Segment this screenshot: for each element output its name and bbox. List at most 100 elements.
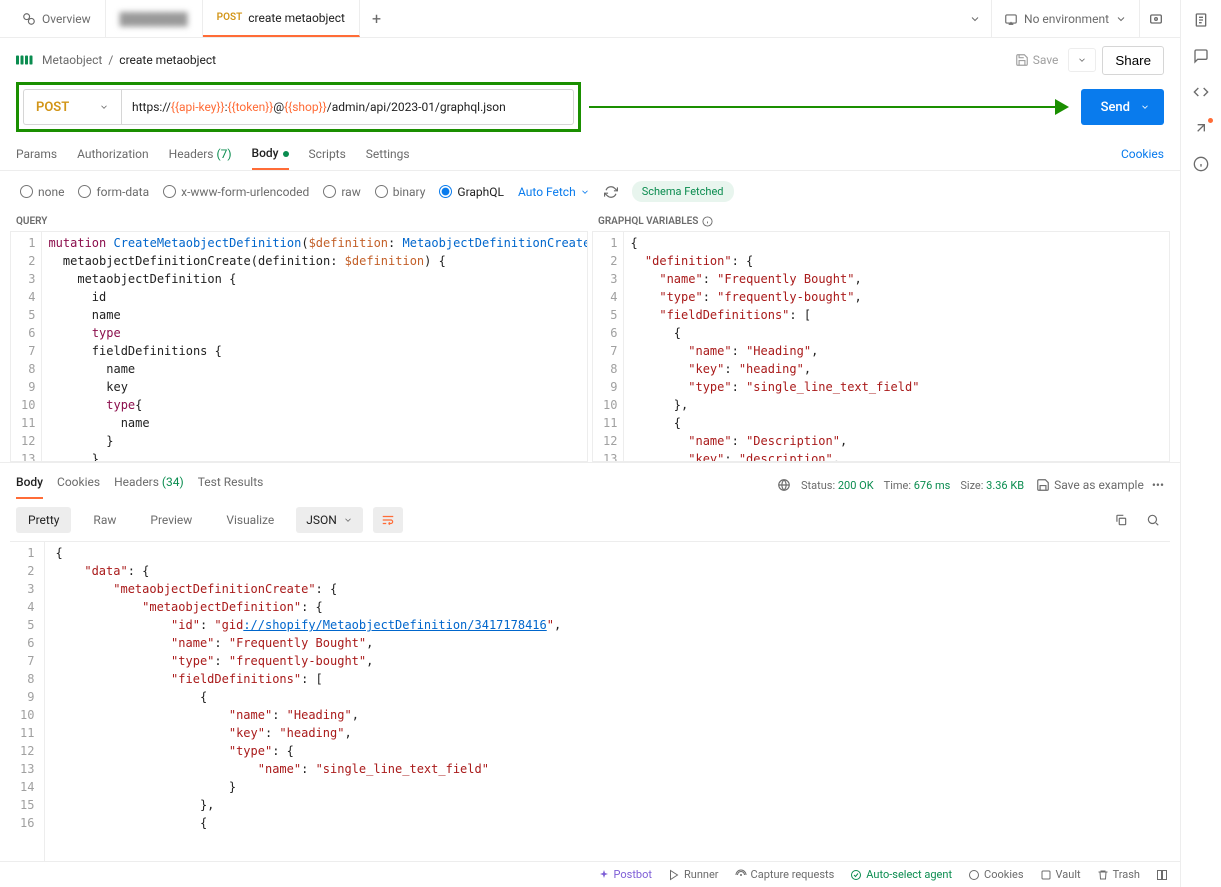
tab-blurred[interactable]: ████████ <box>106 0 203 37</box>
save-button[interactable]: Save <box>1005 47 1069 73</box>
radio-none[interactable]: none <box>20 185 64 199</box>
tab-label: Overview <box>42 12 91 26</box>
url-row: POST https://{{api-key}}:{{token}}@{{sho… <box>0 82 1180 132</box>
response-body-editor[interactable]: 12345678910111213141516 { "data": { "met… <box>10 541 1170 861</box>
sparkle-icon <box>598 869 610 881</box>
resp-tab-test[interactable]: Test Results <box>198 471 264 499</box>
radio-binary[interactable]: binary <box>375 185 426 199</box>
view-pretty[interactable]: Pretty <box>16 507 71 533</box>
query-editor[interactable]: 12345678910111213 mutation CreateMetaobj… <box>10 231 588 462</box>
tab-params[interactable]: Params <box>16 141 57 169</box>
code-icon[interactable] <box>1193 84 1209 100</box>
radio-graphql[interactable]: GraphQL <box>439 185 504 199</box>
tab-headers[interactable]: Headers (7) <box>169 141 232 169</box>
trash-icon <box>1097 869 1109 881</box>
context-sidebar <box>1181 0 1221 887</box>
schema-fetched-badge: Schema Fetched <box>632 181 734 202</box>
environment-dropdown[interactable]: No environment <box>991 0 1139 37</box>
play-icon <box>668 869 680 881</box>
request-tabs: Params Authorization Headers (7) Body Sc… <box>0 132 1180 171</box>
tab-body[interactable]: Body <box>252 140 289 170</box>
footer-cookies[interactable]: Cookies <box>968 868 1023 881</box>
view-preview[interactable]: Preview <box>138 507 204 533</box>
tab-scripts[interactable]: Scripts <box>309 141 346 169</box>
check-circle-icon <box>850 869 862 881</box>
tab-add-button[interactable]: + <box>360 9 393 28</box>
chevron-down-icon <box>969 13 981 25</box>
method-label: POST <box>217 12 243 23</box>
breadcrumb-row: Metaobject / create metaobject Save Shar… <box>0 38 1180 82</box>
tab-label: create metaobject <box>248 11 345 25</box>
resp-tab-headers[interactable]: Headers (34) <box>114 471 184 499</box>
query-pane: QUERY 12345678910111213 mutation CreateM… <box>10 212 588 462</box>
http-icon <box>16 54 34 66</box>
save-icon <box>1036 478 1050 492</box>
environment-icon <box>1004 12 1018 26</box>
save-example-button[interactable]: Save as example <box>1036 478 1144 492</box>
tab-settings[interactable]: Settings <box>366 141 410 169</box>
response-meta: Status: 200 OK Time: 676 ms Size: 3.36 K… <box>777 478 1024 492</box>
url-input[interactable]: https://{{api-key}}:{{token}}@{{shop}}/a… <box>121 89 574 125</box>
response-toolbar: Pretty Raw Preview Visualize JSON <box>0 499 1180 541</box>
footer-trash[interactable]: Trash <box>1097 868 1140 881</box>
tab-bar: Overview ████████ POST create metaobject… <box>0 0 1180 38</box>
info-icon[interactable] <box>1193 156 1209 172</box>
info-icon[interactable] <box>702 216 713 227</box>
share-button[interactable]: Share <box>1102 46 1164 75</box>
variables-editor[interactable]: 12345678910111213 { "definition": { "nam… <box>592 231 1170 462</box>
radio-xwww[interactable]: x-www-form-urlencoded <box>163 185 309 199</box>
tab-authorization[interactable]: Authorization <box>77 141 149 169</box>
copy-icon <box>1114 513 1128 527</box>
vault-icon <box>1040 869 1052 881</box>
footer-layout[interactable] <box>1156 869 1168 881</box>
chevron-down-icon <box>580 187 590 197</box>
expand-icon[interactable] <box>1193 120 1209 136</box>
layout-icon <box>1156 869 1168 881</box>
search-icon <box>1146 513 1160 527</box>
footer-postbot[interactable]: Postbot <box>598 868 652 881</box>
radio-formdata[interactable]: form-data <box>78 185 149 199</box>
cookies-link[interactable]: Cookies <box>1121 141 1164 169</box>
autofetch-dropdown[interactable]: Auto Fetch <box>518 185 590 199</box>
send-label: Send <box>1101 100 1130 115</box>
tab-create-metaobject[interactable]: POST create metaobject <box>203 0 360 37</box>
response-more-button[interactable]: ••• <box>1152 478 1164 492</box>
docs-icon[interactable] <box>1193 12 1209 28</box>
tab-overview[interactable]: Overview <box>8 0 106 37</box>
tab-overflow-dropdown[interactable] <box>959 13 991 25</box>
footer-autoselect[interactable]: Auto-select agent <box>850 868 952 881</box>
chevron-down-icon <box>99 102 109 112</box>
view-visualize[interactable]: Visualize <box>214 507 286 533</box>
refresh-schema-button[interactable] <box>604 185 618 199</box>
environment-label: No environment <box>1024 12 1109 26</box>
method-dropdown[interactable]: POST <box>23 89 121 125</box>
comment-icon[interactable] <box>1193 48 1209 64</box>
refresh-icon <box>604 185 618 199</box>
chevron-down-icon <box>1115 13 1127 25</box>
save-dropdown-button[interactable] <box>1068 48 1096 72</box>
format-dropdown[interactable]: JSON <box>296 507 363 533</box>
query-label: QUERY <box>10 212 588 231</box>
breadcrumb: Metaobject / create metaobject <box>42 53 216 67</box>
footer-vault[interactable]: Vault <box>1040 868 1081 881</box>
globe-icon[interactable] <box>777 478 791 492</box>
variables-pane: GRAPHQL VARIABLES 12345678910111213 { "d… <box>592 212 1170 462</box>
signal-icon <box>735 869 747 881</box>
copy-button[interactable] <box>1110 509 1132 531</box>
footer-runner[interactable]: Runner <box>668 868 719 881</box>
wrap-button[interactable] <box>373 507 403 533</box>
send-button[interactable]: Send <box>1081 89 1164 125</box>
radio-raw[interactable]: raw <box>323 185 360 199</box>
resp-tab-cookies[interactable]: Cookies <box>57 471 100 499</box>
resp-tab-body[interactable]: Body <box>16 471 43 499</box>
chevron-down-icon <box>1140 102 1150 112</box>
wrap-icon <box>381 513 395 527</box>
search-button[interactable] <box>1142 509 1164 531</box>
eye-icon <box>1148 11 1164 27</box>
arrow-icon <box>1055 99 1069 115</box>
view-raw[interactable]: Raw <box>81 507 128 533</box>
save-icon <box>1015 53 1029 67</box>
footer-capture[interactable]: Capture requests <box>735 868 835 881</box>
environment-settings-button[interactable] <box>1139 0 1172 37</box>
breadcrumb-parent[interactable]: Metaobject <box>42 53 102 67</box>
